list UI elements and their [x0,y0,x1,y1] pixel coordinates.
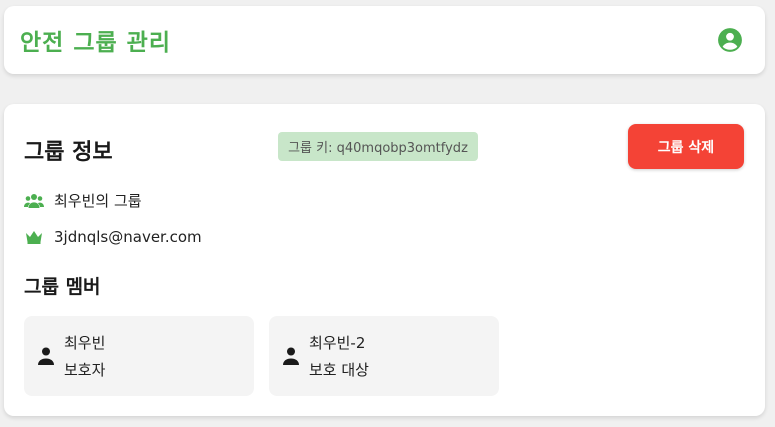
group-name: 최우빈의 그룹 [54,192,142,210]
group-key-badge: 그룹 키: q40mqobp3omtfydz [278,132,478,161]
group-icon [24,192,44,210]
member-name: 최우빈 [64,334,106,352]
group-info-card: 그룹 정보 그룹 키: q40mqobp3omtfydz 그룹 삭제 최우빈의 … [4,104,765,416]
group-info-title: 그룹 정보 [24,140,113,165]
account-circle-icon[interactable] [717,27,743,53]
delete-group-button[interactable]: 그룹 삭제 [628,124,744,169]
members-title: 그룹 멤버 [24,276,101,298]
member-role: 보호자 [64,361,106,379]
app-title: 안전 그룹 관리 [20,30,171,56]
member-card[interactable]: 최우빈-2 보호 대상 [269,316,499,396]
owner-email: 3jdnqls@naver.com [54,228,202,246]
owner-email-row: 3jdnqls@naver.com [24,228,202,246]
person-icon [38,347,54,365]
member-card[interactable]: 최우빈 보호자 [24,316,254,396]
member-name: 최우빈-2 [309,334,366,352]
group-name-row: 최우빈의 그룹 [24,190,142,211]
person-icon [283,347,299,365]
app-header: 안전 그룹 관리 [4,6,765,74]
member-role: 보호 대상 [309,361,369,379]
crown-icon [24,228,44,246]
